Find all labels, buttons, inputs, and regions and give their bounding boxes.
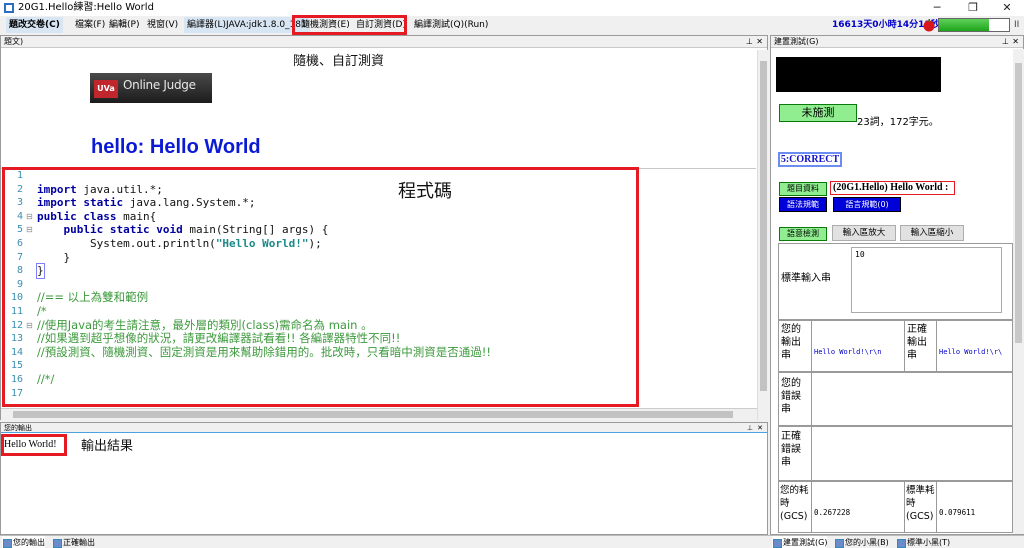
pin-icon[interactable]: ⊥: [747, 423, 753, 433]
your-output-label: 您的輸出串: [781, 324, 801, 361]
std-time-value: 0.079611: [939, 508, 976, 517]
tab-your-black[interactable]: 您的小黑(B): [834, 536, 889, 548]
output-panel-title: 您的輸出: [4, 424, 32, 432]
minimize-button[interactable]: ─: [922, 0, 952, 16]
menu-view[interactable]: 視窗(V): [144, 17, 181, 33]
problem-vertical-scrollbar[interactable]: [757, 50, 768, 420]
tab-your-output[interactable]: 您的輸出: [2, 536, 45, 548]
problem-info-button[interactable]: 題目資料: [779, 182, 827, 196]
correct-output-label: 正確輸出串: [907, 324, 927, 361]
your-time-label: 您的耗時(GCS): [780, 485, 809, 522]
tab-std-black[interactable]: 標準小黑(T): [896, 536, 950, 548]
pause-button[interactable]: II: [1014, 18, 1019, 32]
problem-panel-header: 題文) ⊥ ✕: [1, 36, 767, 48]
stdin-value: 10: [855, 250, 865, 259]
word-count: 23詞，172字元。: [857, 117, 939, 128]
status-display: [776, 57, 941, 92]
pin-icon[interactable]: ⊥: [1002, 36, 1009, 48]
scroll-thumb[interactable]: [1015, 63, 1022, 343]
stdin-label: 標準輸入串: [781, 273, 831, 284]
uva-logo-text: Online Judge: [123, 78, 196, 92]
your-error-row: [778, 372, 1013, 426]
page-heading: 隨機、自訂測資: [293, 54, 385, 69]
output-annotation-box: [1, 434, 67, 456]
bottom-tab-bar: 您的輸出 正確輸出 建置測試(G) 您的小黑(B) 標準小黑(T): [0, 535, 1024, 548]
correct-badge: 5:CORRECT: [778, 152, 842, 167]
your-output-value: Hello World!\r\n: [814, 348, 882, 356]
title-bar: 20G1.Hello練習:Hello World ─ ❐ ✕: [0, 0, 1024, 16]
code-annotation-box: [2, 167, 639, 407]
apple-icon: [923, 19, 935, 32]
tab-build-test[interactable]: 建置測試(G): [772, 536, 828, 548]
uva-badge: UVa: [94, 80, 118, 98]
shrink-input-button[interactable]: 輸入區縮小: [900, 225, 964, 241]
output-compare-row: [778, 320, 1013, 372]
right-vertical-scrollbar[interactable]: [1013, 49, 1024, 534]
build-test-panel: 建置測試(G) ⊥ ✕ 未施測 23詞，172字元。 5:CORRECT 題目資…: [770, 35, 1024, 535]
close-icon[interactable]: ✕: [1012, 36, 1019, 48]
build-test-title: 建置測試(G): [774, 37, 819, 46]
close-icon[interactable]: ✕: [756, 36, 763, 48]
app-icon: [4, 3, 14, 13]
close-icon[interactable]: ✕: [757, 423, 763, 433]
menu-submit[interactable]: 題改交卷(C): [6, 17, 63, 33]
editor-horizontal-scrollbar[interactable]: [1, 408, 757, 420]
output-panel: 您的輸出 ⊥ ✕ Hello World! 輸出結果: [0, 422, 768, 535]
scroll-thumb[interactable]: [13, 411, 733, 418]
menu-annotation-box: [292, 15, 407, 35]
progress-fill: [939, 19, 990, 31]
pin-icon[interactable]: ⊥: [746, 36, 753, 48]
unrun-button[interactable]: 未施測: [779, 104, 857, 122]
output-annotation-label: 輸出結果: [81, 439, 134, 454]
time-progress-bar: [938, 18, 1010, 32]
enlarge-input-button[interactable]: 輸入區放大: [832, 225, 896, 241]
tab-correct-output[interactable]: 正確輸出: [52, 536, 95, 548]
menu-bar: 題改交卷(C) 檔案(F) 編輯(P) 視窗(V) 編譯器(L)JAVA:jdk…: [0, 15, 1024, 35]
menu-compile-run[interactable]: 編譯測試(Q)(Run): [411, 17, 491, 33]
your-error-label: 您的錯誤串: [781, 378, 801, 415]
problem-panel: 題文) ⊥ ✕ 隨機、自訂測資 UVa Online Judge hello: …: [0, 35, 768, 420]
stdin-input[interactable]: [851, 247, 1002, 313]
time-row: [778, 481, 1013, 533]
language-spec-button[interactable]: 語言規範(0): [833, 197, 901, 212]
semantic-check-button[interactable]: 語意檢測: [779, 227, 827, 241]
problem-panel-title: 題文): [4, 37, 24, 46]
maximize-button[interactable]: ❐: [958, 0, 988, 16]
build-test-header: 建置測試(G) ⊥ ✕: [771, 36, 1023, 48]
uva-logo: UVa Online Judge: [90, 73, 212, 103]
menu-edit[interactable]: 編輯(P): [106, 17, 142, 33]
window-title: 20G1.Hello練習:Hello World: [18, 2, 154, 13]
scroll-thumb[interactable]: [760, 61, 767, 391]
menu-compiler[interactable]: 編譯器(L)JAVA:jdk1.8.0_181: [184, 17, 310, 33]
your-time-value: 0.267228: [814, 508, 851, 517]
std-time-label: 標準耗時(GCS): [906, 485, 935, 522]
output-panel-header: 您的輸出 ⊥ ✕: [1, 423, 767, 433]
correct-error-row: [778, 426, 1013, 481]
correct-output-value: Hello World!\r\: [939, 348, 1003, 356]
code-annotation-label: 程式碼: [398, 181, 452, 202]
problem-name: (20G1.Hello) Hello World :: [830, 181, 955, 195]
problem-title: hello: Hello World: [91, 136, 261, 158]
menu-file[interactable]: 檔案(F): [72, 17, 108, 33]
correct-error-label: 正確錯誤串: [781, 431, 801, 468]
syntax-rules-button[interactable]: 語法規範: [779, 197, 827, 212]
close-button[interactable]: ✕: [992, 0, 1022, 16]
